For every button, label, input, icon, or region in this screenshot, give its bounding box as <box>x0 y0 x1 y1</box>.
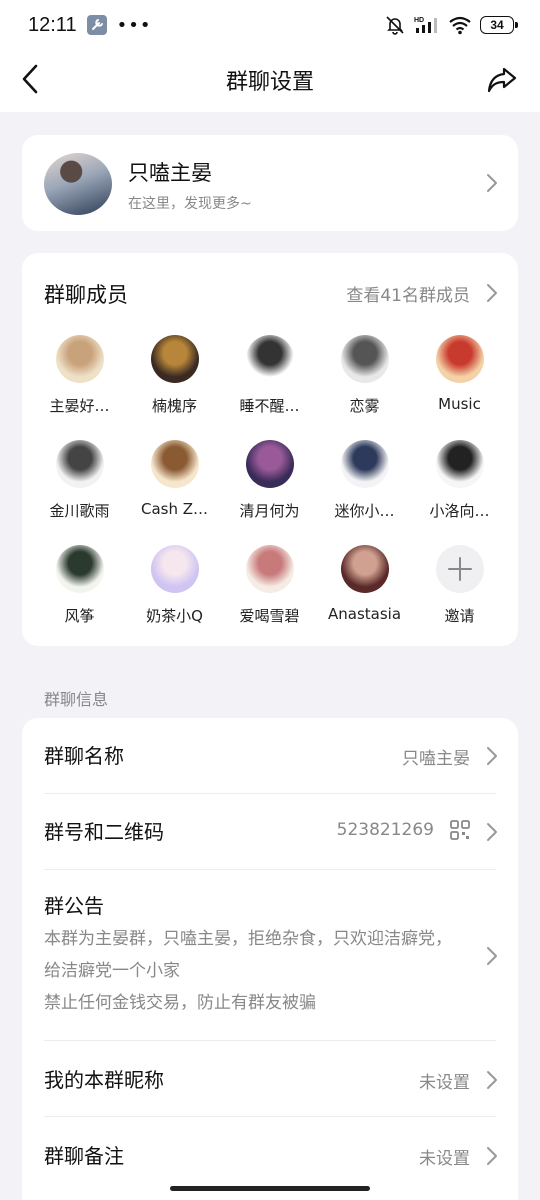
member-name: Cash Z… <box>140 500 209 518</box>
member-avatar[interactable] <box>55 440 104 488</box>
status-right: HD 34 <box>384 14 518 36</box>
group-number-row[interactable]: 群号和二维码 523821269 <box>44 816 498 856</box>
member-item[interactable]: 奶茶小Q <box>127 545 222 626</box>
member-name: 主晏好… <box>49 397 110 415</box>
group-name: 只嗑主晏 <box>128 161 212 185</box>
my-nickname-row[interactable]: 我的本群昵称 未设置 <box>44 1064 498 1104</box>
group-notice-line2: 禁止任何金钱交易，防止有群友被骗 <box>44 993 316 1013</box>
invite-member-button[interactable]: 邀请 <box>412 545 507 626</box>
chevron-right-icon <box>487 747 497 765</box>
member-name: 楠槐序 <box>151 397 197 415</box>
member-name: Anastasia <box>327 605 402 623</box>
share-icon[interactable] <box>486 64 518 96</box>
my-nickname-value: 未设置 <box>419 1073 470 1093</box>
chevron-right-icon <box>487 174 497 192</box>
qr-code-icon[interactable] <box>450 820 470 840</box>
member-item[interactable]: 金川歌雨 <box>32 440 127 521</box>
invite-label: 邀请 <box>444 607 475 625</box>
chevron-right-icon <box>487 1071 497 1089</box>
member-item[interactable]: 恋雾 <box>317 335 412 416</box>
signal-hd-label: HD <box>414 17 424 24</box>
chevron-right-icon[interactable] <box>486 283 498 303</box>
divider <box>44 1040 496 1041</box>
member-avatar[interactable] <box>150 440 199 488</box>
member-item[interactable]: 楠槐序 <box>127 335 222 416</box>
wifi-icon <box>449 16 471 35</box>
member-avatar[interactable] <box>435 440 484 488</box>
group-remark-value: 未设置 <box>419 1149 470 1169</box>
member-grid: 主晏好… 楠槐序 睡不醒… 恋雾 Music 金川歌雨 Cash Z… 清月何为 迷你小… 小洛向… <box>32 335 508 626</box>
group-subtitle: 在这里，发现更多~ <box>128 196 252 212</box>
group-name-row-value: 只嗑主晏 <box>402 749 470 769</box>
battery-icon: 34 <box>480 16 518 34</box>
group-info-card: 群聊名称 只嗑主晏 群号和二维码 523821269 群公告 本群为主晏群，只嗑… <box>22 718 518 1200</box>
group-number-value: 523821269 <box>336 820 434 840</box>
group-name-row[interactable]: 群聊名称 只嗑主晏 <box>44 740 498 780</box>
member-item[interactable]: Music <box>412 335 507 416</box>
member-item[interactable]: 睡不醒… <box>222 335 317 416</box>
member-item[interactable]: 爱喝雪碧 <box>222 545 317 626</box>
member-name: 迷你小… <box>334 502 395 520</box>
group-notice-line1: 本群为主晏群，只嗑主晏，拒绝杂食，只欢迎洁癖党，给洁癖党一个小家 <box>44 929 452 981</box>
chevron-right-icon <box>487 823 497 841</box>
member-avatar[interactable] <box>340 335 389 383</box>
member-name: 金川歌雨 <box>49 502 110 520</box>
member-name: Music <box>438 395 481 413</box>
mute-bell-icon <box>386 16 404 35</box>
member-avatar[interactable] <box>245 545 294 593</box>
member-avatar[interactable] <box>150 335 199 383</box>
member-item[interactable]: 小洛向… <box>412 440 507 521</box>
group-avatar[interactable] <box>44 153 112 215</box>
home-indicator[interactable] <box>170 1186 370 1191</box>
status-bar: 12:11 ••• HD 34 <box>0 0 540 50</box>
battery-level: 34 <box>490 18 504 32</box>
group-notice-title: 群公告 <box>44 894 104 918</box>
member-name: 风筝 <box>64 607 95 625</box>
member-avatar[interactable] <box>55 335 104 383</box>
status-time: 12:11 <box>28 13 77 36</box>
chevron-right-icon <box>487 1147 497 1165</box>
cell-signal-icon: HD <box>414 17 437 33</box>
divider <box>44 1116 496 1117</box>
top-bar: 群聊设置 <box>0 50 540 112</box>
member-item[interactable]: 迷你小… <box>317 440 412 521</box>
group-profile-card[interactable]: 只嗑主晏 在这里，发现更多~ <box>22 135 518 231</box>
member-name: 清月何为 <box>239 502 300 520</box>
member-avatar[interactable] <box>55 545 104 593</box>
member-avatar[interactable] <box>245 335 294 383</box>
view-all-members-link[interactable]: 查看41名群成员 <box>346 281 470 306</box>
member-item[interactable]: 清月何为 <box>222 440 317 521</box>
divider <box>44 793 496 794</box>
chevron-right-icon <box>487 947 497 965</box>
member-avatar[interactable] <box>245 440 294 488</box>
members-card: 群聊成员 查看41名群成员 主晏好… 楠槐序 睡不醒… 恋雾 Music 金川歌雨 Cash… <box>22 253 518 646</box>
member-avatar[interactable] <box>150 545 199 593</box>
wrench-icon <box>86 15 107 35</box>
member-name: 睡不醒… <box>239 397 300 415</box>
group-notice-row[interactable]: 群公告 本群为主晏群，只嗑主晏，拒绝杂食，只欢迎洁癖党，给洁癖党一个小家 禁止任… <box>44 890 498 1030</box>
member-avatar[interactable] <box>435 335 484 383</box>
member-item[interactable]: Anastasia <box>317 545 412 626</box>
member-item[interactable]: Cash Z… <box>127 440 222 521</box>
member-avatar[interactable] <box>340 440 389 488</box>
member-item[interactable]: 风筝 <box>32 545 127 626</box>
page-title: 群聊设置 <box>225 70 314 95</box>
member-name: 奶茶小Q <box>146 607 203 625</box>
members-title: 群聊成员 <box>44 283 128 307</box>
member-name: 恋雾 <box>349 397 380 415</box>
section-label-group-info: 群聊信息 <box>44 690 109 709</box>
member-item[interactable]: 主晏好… <box>32 335 127 416</box>
more-notifications-icon: ••• <box>116 14 152 36</box>
member-name: 爱喝雪碧 <box>239 607 300 625</box>
member-avatar[interactable] <box>340 545 389 593</box>
group-remark-row[interactable]: 群聊备注 未设置 <box>44 1140 498 1180</box>
status-left: 12:11 ••• <box>28 14 151 37</box>
plus-icon[interactable] <box>435 545 484 593</box>
divider <box>44 869 496 870</box>
member-name: 小洛向… <box>429 502 490 520</box>
